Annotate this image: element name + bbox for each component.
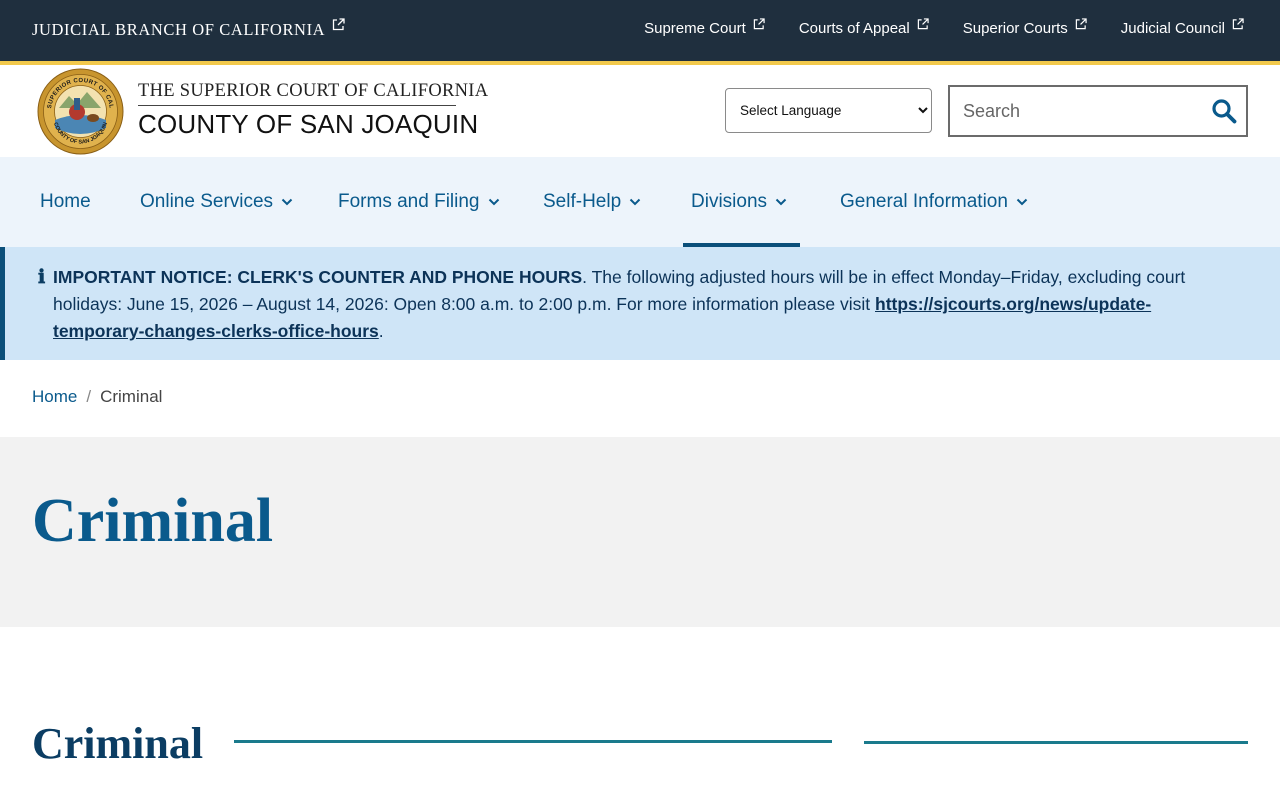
nav-item-label: Home <box>40 191 91 212</box>
main-nav: Home Online Services Forms and Filing Se… <box>0 157 1280 247</box>
nav-item-label: General Information <box>840 191 1008 212</box>
notice-trailing: . <box>378 321 384 341</box>
judicial-branch-link[interactable]: JUDICIAL BRANCH OF CALIFORNIA <box>32 18 345 40</box>
courts-of-appeal-label: Courts of Appeal <box>798 20 910 37</box>
chevron-down-icon <box>488 198 499 206</box>
breadcrumb-separator: / <box>86 387 92 406</box>
court-title-line2: COUNTY OF SAN JOAQUIN <box>138 109 479 139</box>
judicial-council-link[interactable]: Judicial Council <box>1120 18 1244 37</box>
judicial-branch-label: JUDICIAL BRANCH OF CALIFORNIA <box>32 20 326 39</box>
external-link-icon <box>753 18 765 30</box>
page-title: Criminal <box>32 487 274 555</box>
supreme-court-link[interactable]: Supreme Court <box>644 18 765 37</box>
breadcrumb: Home / Criminal <box>32 387 162 407</box>
court-seal-icon: SUPERIOR COURT OF CAL COUNTY OF SAN JOAQ… <box>37 68 124 155</box>
chevron-down-icon <box>775 198 787 206</box>
nav-item-online-services[interactable]: Online Services <box>140 157 293 247</box>
notice-text: IMPORTANT NOTICE: CLERK'S COUNTER AND PH… <box>53 264 1233 345</box>
info-icon: ℹ <box>38 266 46 288</box>
external-link-icon <box>1232 18 1244 30</box>
nav-item-label: Divisions <box>691 191 768 212</box>
nav-item-label: Online Services <box>140 191 274 212</box>
superior-courts-label: Superior Courts <box>962 20 1068 37</box>
judicial-council-label: Judicial Council <box>1120 20 1225 37</box>
section-divider-left <box>234 740 832 743</box>
nav-item-self-help[interactable]: Self-Help <box>543 157 641 247</box>
search-button[interactable] <box>1210 98 1238 126</box>
breadcrumb-home-link[interactable]: Home <box>32 387 77 406</box>
page-title-band: Criminal <box>0 437 1280 627</box>
site-header: SUPERIOR COURT OF CAL COUNTY OF SAN JOAQ… <box>0 65 1280 157</box>
superior-courts-link[interactable]: Superior Courts <box>962 18 1087 37</box>
nav-item-general-information[interactable]: General Information <box>840 157 1028 247</box>
chevron-down-icon <box>629 198 641 206</box>
notice-banner: ℹ IMPORTANT NOTICE: CLERK'S COUNTER AND … <box>0 247 1280 360</box>
nav-item-label: Self-Help <box>543 191 622 212</box>
court-seal-logo[interactable]: SUPERIOR COURT OF CAL COUNTY OF SAN JOAQ… <box>37 68 124 160</box>
notice-heading: IMPORTANT NOTICE: CLERK'S COUNTER AND PH… <box>53 267 583 287</box>
utility-links: Supreme Court Courts of Appeal Superior … <box>644 18 1244 37</box>
nav-item-divisions[interactable]: Divisions <box>691 157 787 247</box>
external-link-icon <box>917 18 929 30</box>
external-link-icon <box>333 18 345 31</box>
supreme-court-label: Supreme Court <box>644 20 746 37</box>
nav-item-label: Forms and Filing <box>338 191 480 212</box>
nav-item-forms-and-filing[interactable]: Forms and Filing <box>338 157 500 247</box>
language-select[interactable]: Select Language <box>725 88 932 133</box>
chevron-down-icon <box>281 198 293 206</box>
section-heading: Criminal <box>32 719 204 768</box>
chevron-down-icon <box>1016 198 1028 206</box>
nav-item-home[interactable]: Home <box>40 157 91 247</box>
search-box <box>948 85 1248 137</box>
utility-bar: JUDICIAL BRANCH OF CALIFORNIA Supreme Co… <box>0 0 1280 61</box>
courts-of-appeal-link[interactable]: Courts of Appeal <box>798 18 929 37</box>
breadcrumb-current: Criminal <box>100 387 163 406</box>
court-title-rule <box>138 105 456 106</box>
court-title-line1: THE SUPERIOR COURT OF CALIFORNIA <box>138 81 489 101</box>
search-input[interactable] <box>950 87 1200 135</box>
search-icon <box>1212 99 1237 124</box>
section-divider-right <box>864 741 1248 744</box>
external-link-icon <box>1075 18 1087 30</box>
